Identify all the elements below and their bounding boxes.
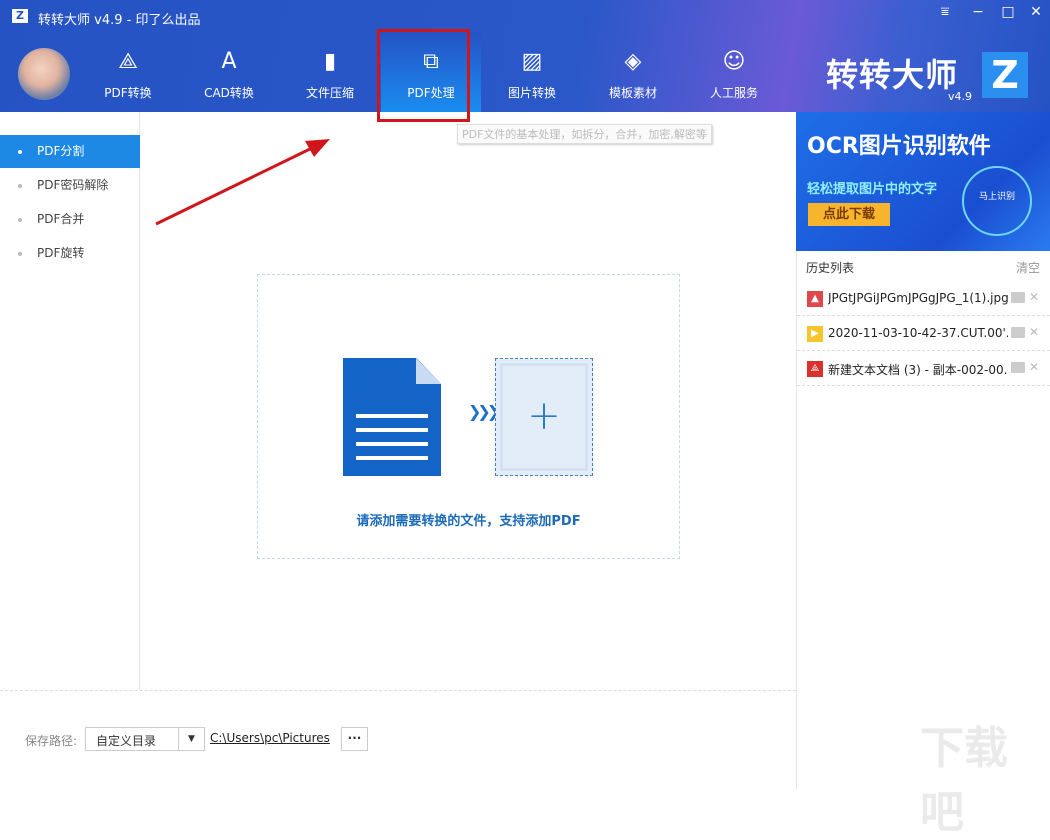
image-icon: ▨ xyxy=(518,48,546,76)
browse-button[interactable]: ··· xyxy=(341,727,368,751)
ad-title: OCR图片识别软件 xyxy=(807,128,991,160)
maximize-icon[interactable]: □ xyxy=(996,4,1020,20)
video-file-icon: ▶ xyxy=(807,326,823,342)
menu-icon[interactable]: ⩸ xyxy=(933,4,957,20)
document-line xyxy=(356,442,428,446)
pdf-file-icon: ⟁ xyxy=(807,361,823,377)
clear-history-button[interactable]: 清空 xyxy=(1016,259,1040,276)
tooltip: PDF文件的基本处理，如拆分，合并，加密,解密等 xyxy=(457,124,712,144)
nav-layers[interactable]: ◈ 模板素材 xyxy=(583,32,683,112)
nav-support[interactable]: ☺ 人工服务 xyxy=(684,32,784,112)
remove-icon[interactable]: ✕ xyxy=(1029,290,1039,304)
save-dir-select[interactable]: 自定义目录 ▼ xyxy=(85,727,205,751)
ad-download-button[interactable]: 点此下载 xyxy=(808,203,890,226)
folder-icon[interactable] xyxy=(1011,362,1025,373)
annotation-arrow xyxy=(0,0,400,260)
plus-icon: + xyxy=(500,363,588,471)
document-line xyxy=(356,456,428,460)
watermark: 下载吧 xyxy=(920,712,1050,840)
remove-icon[interactable]: ✕ xyxy=(1029,360,1039,374)
minimize-icon[interactable]: − xyxy=(966,4,990,20)
chevrons-icon: ❯❯❯ xyxy=(468,402,496,421)
history-item[interactable]: ⟁ 新建文本文档 (3) - 副本-002-00... ✕ xyxy=(797,352,1050,386)
nav-label: 模板素材 xyxy=(583,84,683,101)
nav-label: 人工服务 xyxy=(684,84,784,101)
document-line xyxy=(356,428,428,432)
folder-icon[interactable] xyxy=(1011,292,1025,303)
drop-hint: 请添加需要转换的文件，支持添加PDF xyxy=(257,510,680,529)
save-path-link[interactable]: C:\Users\pc\Pictures xyxy=(210,731,330,745)
history-item[interactable]: ▲ JPGtJPGiJPGmJPGgJPG_1(1).jpg ✕ xyxy=(797,282,1050,316)
save-path-label: 保存路径: xyxy=(25,732,77,749)
image-file-icon: ▲ xyxy=(807,291,823,307)
remove-icon[interactable]: ✕ xyxy=(1029,325,1039,339)
chevron-down-icon[interactable]: ▼ xyxy=(178,728,204,750)
folder-icon[interactable] xyxy=(1011,327,1025,338)
brand-name: 转转大师 xyxy=(826,50,958,96)
history-item[interactable]: ▶ 2020-11-03-10-42-37.CUT.00'... ✕ xyxy=(797,317,1050,351)
history-file-name: JPGtJPGiJPGmJPGgJPG_1(1).jpg xyxy=(828,291,1008,305)
nav-image[interactable]: ▨ 图片转换 xyxy=(482,32,582,112)
divider xyxy=(0,690,796,691)
history-file-name: 2020-11-03-10-42-37.CUT.00'... xyxy=(828,326,1008,340)
history-file-name: 新建文本文档 (3) - 副本-002-00... xyxy=(828,361,1008,378)
history-title: 历史列表 xyxy=(806,259,854,276)
support-icon: ☺ xyxy=(720,48,748,76)
brand-logo-icon: Z xyxy=(982,52,1028,98)
save-dir-value: 自定义目录 xyxy=(96,732,156,749)
nav-label: 图片转换 xyxy=(482,84,582,101)
brand-version: v4.9 xyxy=(948,90,972,103)
layers-icon: ◈ xyxy=(619,48,647,76)
ad-subtitle: 轻松提取图片中的文字 xyxy=(807,178,937,197)
document-line xyxy=(356,414,428,418)
add-file-button[interactable]: + xyxy=(495,358,593,476)
ad-badge[interactable]: 马上识别 xyxy=(962,166,1032,236)
close-icon[interactable]: ✕ xyxy=(1024,4,1048,20)
